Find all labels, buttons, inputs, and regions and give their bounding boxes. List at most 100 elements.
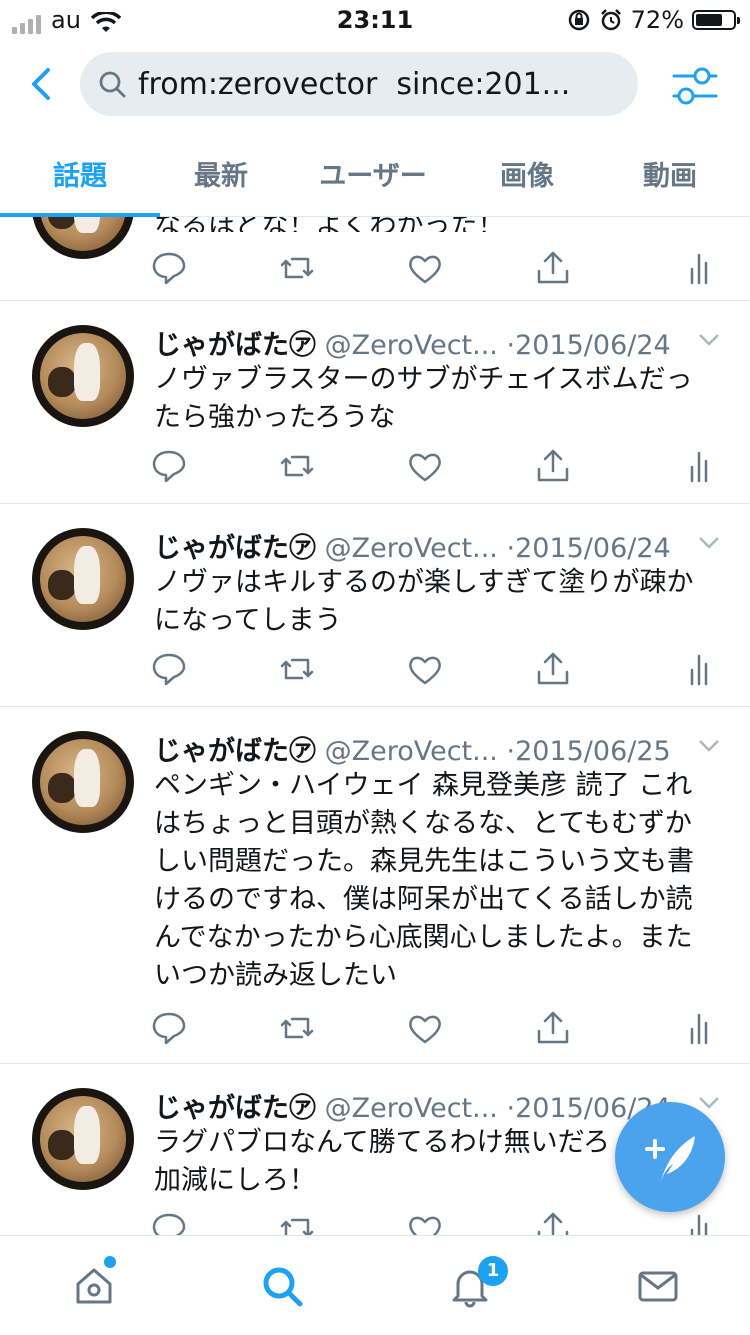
avatar[interactable] bbox=[32, 528, 134, 630]
messages-icon[interactable] bbox=[636, 1264, 680, 1308]
separator: · bbox=[506, 736, 516, 767]
text-line: ペンギン・ハイウェイ 森見登美彦 読了 これ bbox=[154, 770, 693, 801]
avatar[interactable] bbox=[32, 325, 134, 427]
tweet-date: 2015/06/24 bbox=[515, 533, 671, 564]
avatar[interactable] bbox=[32, 1088, 134, 1190]
tweet-header: じゃがばた㋐ @ZeroVect... ·2015/06/24 bbox=[154, 1086, 671, 1125]
search-input[interactable] bbox=[138, 60, 618, 108]
avatar[interactable] bbox=[32, 217, 134, 259]
chevron-down-icon[interactable] bbox=[698, 536, 720, 550]
tweet-item[interactable]: じゃがばた㋐ @ZeroVect... ·2015/06/25 ペンギン・ハイウ… bbox=[0, 707, 750, 1064]
separator: · bbox=[506, 330, 516, 361]
tab-images[interactable]: 画像 bbox=[452, 154, 602, 193]
tweet-header: じゃがばた㋐ @ZeroVect... ·2015/06/24 bbox=[154, 526, 671, 565]
battery-icon bbox=[692, 10, 740, 30]
tweet-text: ノヴァブラスターのサブがチェイスボムだっ たら強かったろうな bbox=[154, 361, 724, 437]
tweet-date: 2015/06/24 bbox=[515, 330, 671, 361]
compose-tweet-button[interactable] bbox=[615, 1102, 725, 1212]
like-icon[interactable] bbox=[406, 1210, 444, 1235]
status-bar: au 23:11 72% bbox=[0, 0, 750, 40]
tweet-item[interactable]: なるほどな！よくわかった！ bbox=[0, 217, 750, 301]
home-icon[interactable] bbox=[72, 1264, 116, 1308]
reply-icon[interactable] bbox=[150, 1210, 188, 1235]
chevron-down-icon[interactable] bbox=[698, 333, 720, 347]
tab-latest[interactable]: 最新 bbox=[146, 154, 296, 193]
tab-top[interactable]: 話題 bbox=[5, 154, 155, 193]
text-line: いつか読み返したい bbox=[154, 960, 397, 991]
analytics-icon[interactable] bbox=[680, 1009, 718, 1047]
user-name[interactable]: じゃがばた㋐ bbox=[154, 736, 316, 767]
user-handle: @ZeroVect... bbox=[324, 1093, 498, 1124]
share-icon[interactable] bbox=[534, 249, 572, 287]
retweet-icon[interactable] bbox=[278, 447, 316, 485]
reply-icon[interactable] bbox=[150, 249, 188, 287]
text-line: ノヴァブラスターのサブがチェイスボムだっ bbox=[154, 364, 693, 395]
separator: · bbox=[506, 1093, 516, 1124]
notification-badge: 1 bbox=[478, 1256, 508, 1286]
tweet-header: じゃがばた㋐ @ZeroVect... ·2015/06/24 bbox=[154, 323, 671, 362]
tweet-text: ノヴァはキルするのが楽しすぎて塗りが疎か になってしまう bbox=[154, 564, 724, 640]
retweet-icon[interactable] bbox=[278, 1210, 316, 1235]
search-icon[interactable] bbox=[260, 1264, 304, 1308]
tweet-actions bbox=[150, 249, 720, 289]
tweet-header: じゃがばた㋐ @ZeroVect... ·2015/06/25 bbox=[154, 729, 671, 768]
tweet-feed[interactable]: なるほどな！よくわかった！ じゃがばた㋐ @ZeroVect... ·2015/… bbox=[0, 217, 750, 1235]
tab-videos[interactable]: 動画 bbox=[595, 154, 745, 193]
share-icon[interactable] bbox=[534, 1210, 572, 1235]
chevron-down-icon[interactable] bbox=[698, 739, 720, 753]
tweet-actions bbox=[150, 650, 720, 690]
separator: · bbox=[506, 533, 516, 564]
filter-settings-icon[interactable] bbox=[670, 64, 720, 108]
home-unread-dot bbox=[104, 1256, 116, 1268]
tweet-date: 2015/06/25 bbox=[515, 736, 671, 767]
analytics-icon[interactable] bbox=[680, 1210, 718, 1235]
rotation-lock-icon bbox=[568, 9, 589, 31]
tab-users[interactable]: ユーザー bbox=[298, 154, 448, 193]
retweet-icon[interactable] bbox=[278, 650, 316, 688]
user-name[interactable]: じゃがばた㋐ bbox=[154, 1093, 316, 1124]
tweet-actions bbox=[150, 1210, 720, 1235]
tweet-actions bbox=[150, 1009, 720, 1049]
like-icon[interactable] bbox=[406, 650, 444, 688]
share-icon[interactable] bbox=[534, 650, 572, 688]
user-handle: @ZeroVect... bbox=[324, 330, 498, 361]
like-icon[interactable] bbox=[406, 447, 444, 485]
text-line: けるのですね、僕は阿呆が出てくる話しか読 bbox=[154, 884, 693, 915]
user-handle: @ZeroVect... bbox=[324, 533, 498, 564]
status-right: 72% bbox=[567, 6, 740, 34]
reply-icon[interactable] bbox=[150, 650, 188, 688]
user-name[interactable]: じゃがばた㋐ bbox=[154, 330, 316, 361]
retweet-icon[interactable] bbox=[278, 249, 316, 287]
tweet-item[interactable]: じゃがばた㋐ @ZeroVect... ·2015/06/24 ノヴァブラスター… bbox=[0, 301, 750, 504]
search-tabs: 話題 最新 ユーザー 画像 動画 bbox=[0, 130, 750, 217]
tweet-actions bbox=[150, 447, 720, 487]
search-icon bbox=[99, 71, 126, 98]
text-line: になってしまう bbox=[154, 605, 342, 636]
search-header bbox=[0, 40, 750, 130]
text-line: しい問題だった。森見先生はこういう文も書 bbox=[154, 846, 694, 877]
bottom-tab-bar: 1 bbox=[0, 1235, 750, 1335]
retweet-icon[interactable] bbox=[278, 1009, 316, 1047]
user-name[interactable]: じゃがばた㋐ bbox=[154, 533, 316, 564]
compose-feather-icon bbox=[645, 1136, 695, 1182]
share-icon[interactable] bbox=[534, 1009, 572, 1047]
text-line: んでなかったから心底関心しましたよ。また bbox=[154, 922, 693, 953]
analytics-icon[interactable] bbox=[680, 650, 718, 688]
user-handle: @ZeroVect... bbox=[324, 736, 498, 767]
tweet-text: ペンギン・ハイウェイ 森見登美彦 読了 これ はちょっと目頭が熱くなるな、とても… bbox=[154, 767, 724, 995]
text-line: ノヴァはキルするのが楽しすぎて塗りが疎か bbox=[154, 567, 694, 598]
alarm-icon bbox=[600, 9, 621, 31]
analytics-icon[interactable] bbox=[680, 249, 718, 287]
reply-icon[interactable] bbox=[150, 1009, 188, 1047]
analytics-icon[interactable] bbox=[680, 447, 718, 485]
text-line: たら強かったろうな bbox=[154, 402, 396, 433]
avatar[interactable] bbox=[32, 731, 134, 833]
search-field[interactable] bbox=[80, 52, 638, 116]
tweet-item[interactable]: じゃがばた㋐ @ZeroVect... ·2015/06/24 ノヴァはキルする… bbox=[0, 504, 750, 707]
text-line: はちょっと目頭が熱くなるな、とてもむずか bbox=[154, 808, 692, 839]
reply-icon[interactable] bbox=[150, 447, 188, 485]
like-icon[interactable] bbox=[406, 249, 444, 287]
back-arrow-icon[interactable] bbox=[24, 60, 64, 108]
share-icon[interactable] bbox=[534, 447, 572, 485]
like-icon[interactable] bbox=[406, 1009, 444, 1047]
